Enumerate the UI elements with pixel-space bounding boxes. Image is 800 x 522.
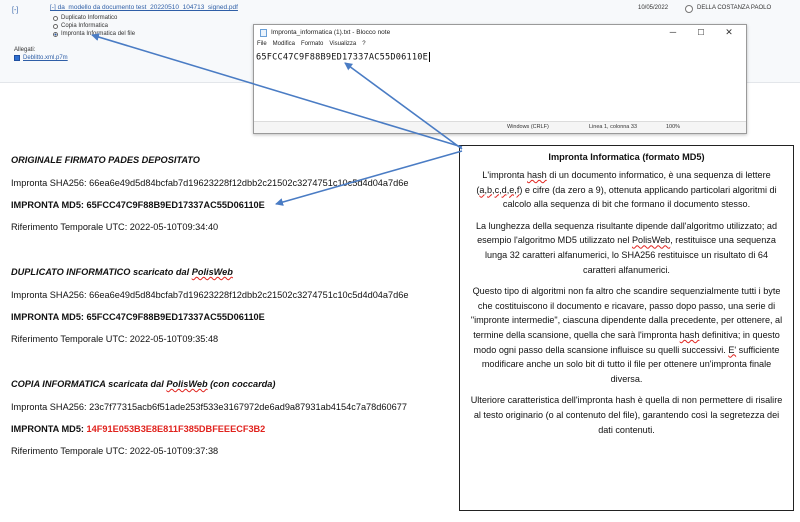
arrow-to-md5 bbox=[275, 150, 463, 206]
annotation-arrows bbox=[91, 33, 463, 206]
arrow-to-notepad bbox=[344, 62, 463, 150]
arrow-to-option bbox=[91, 33, 463, 148]
